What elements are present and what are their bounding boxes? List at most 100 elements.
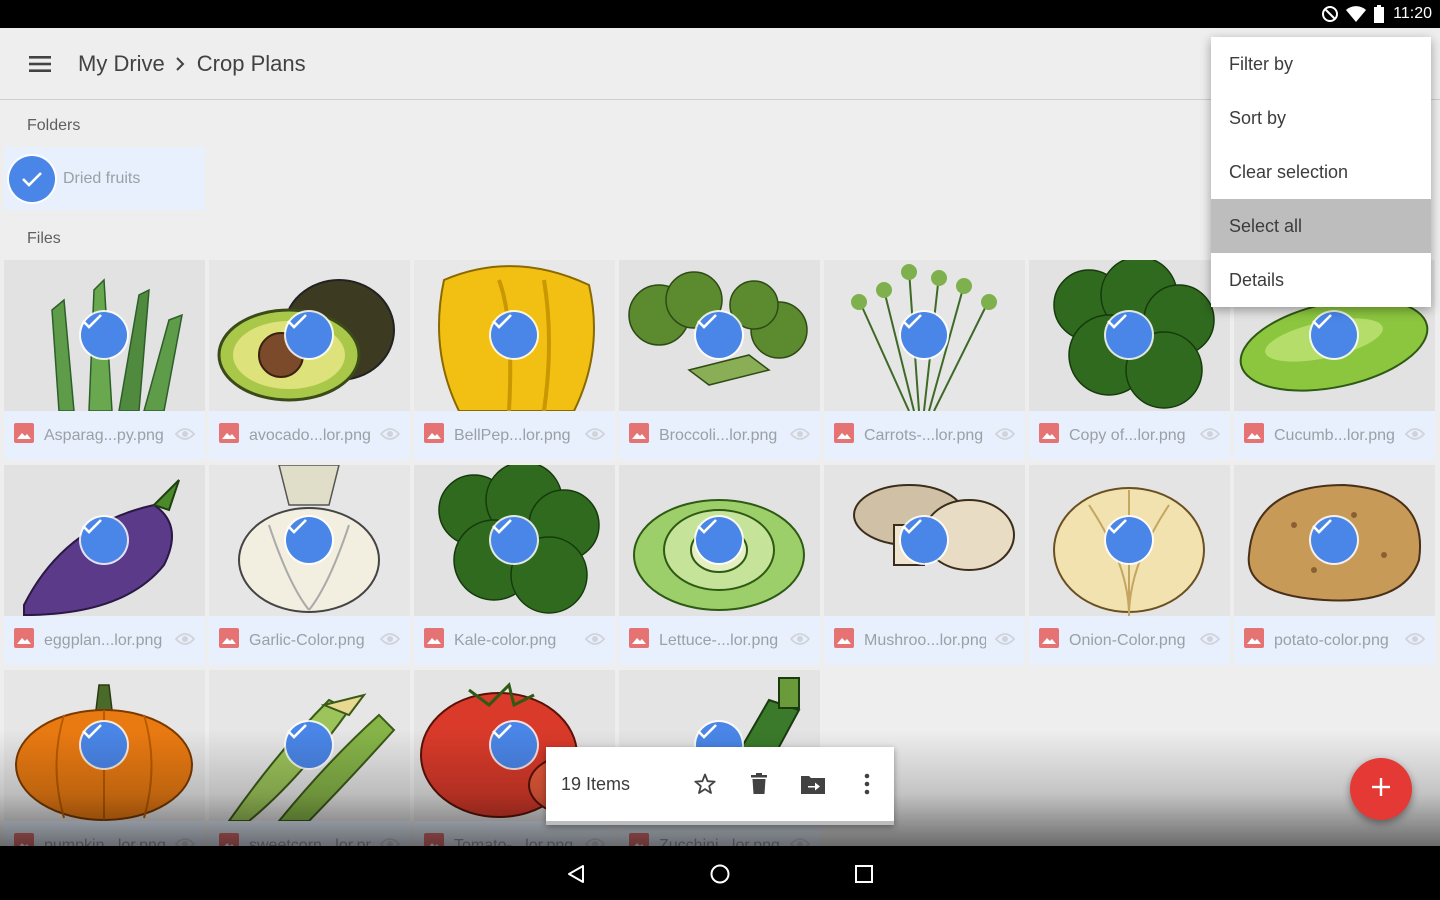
- file-caption: BellPep...lor.png: [414, 411, 615, 460]
- file-thumbnail: [619, 465, 820, 616]
- preview-eye-icon[interactable]: [1404, 427, 1426, 446]
- file-card[interactable]: Asparag...py.png: [4, 260, 205, 460]
- file-card[interactable]: BellPep...lor.png: [414, 260, 615, 460]
- preview-eye-icon[interactable]: [789, 427, 811, 446]
- check-icon[interactable]: [81, 517, 127, 563]
- preview-eye-icon[interactable]: [1199, 427, 1221, 446]
- file-caption: Lettuce-...lor.png: [619, 616, 820, 665]
- check-icon[interactable]: [286, 722, 332, 768]
- file-thumbnail: [4, 465, 205, 616]
- file-card[interactable]: eggplan...lor.png: [4, 465, 205, 665]
- check-icon[interactable]: [1106, 517, 1152, 563]
- check-icon[interactable]: [696, 517, 742, 563]
- check-icon[interactable]: [1311, 517, 1357, 563]
- check-icon[interactable]: [81, 722, 127, 768]
- preview-eye-icon[interactable]: [584, 632, 606, 651]
- file-thumbnail: [414, 260, 615, 411]
- do-not-disturb-icon: [1321, 5, 1339, 23]
- menu-item-sort-by[interactable]: Sort by: [1211, 91, 1431, 145]
- file-thumbnail: [209, 670, 410, 821]
- check-icon[interactable]: [1106, 312, 1152, 358]
- battery-icon: [1373, 4, 1385, 24]
- file-card[interactable]: potato-color.png: [1234, 465, 1435, 665]
- recents-icon[interactable]: [848, 858, 880, 890]
- check-icon[interactable]: [491, 517, 537, 563]
- file-thumbnail: [209, 260, 410, 411]
- file-caption: eggplan...lor.png: [4, 616, 205, 665]
- file-card[interactable]: Lettuce-...lor.png: [619, 465, 820, 665]
- file-caption: potato-color.png: [1234, 616, 1435, 665]
- image-file-icon: [834, 423, 854, 448]
- file-card[interactable]: avocado...lor.png: [209, 260, 410, 460]
- check-icon[interactable]: [901, 312, 947, 358]
- menu-item-details[interactable]: Details: [1211, 253, 1431, 307]
- menu-item-select-all[interactable]: Select all: [1211, 199, 1431, 253]
- preview-eye-icon[interactable]: [584, 427, 606, 446]
- selection-count: 19 Items: [561, 773, 631, 794]
- menu-item-filter-by[interactable]: Filter by: [1211, 37, 1431, 91]
- preview-eye-icon[interactable]: [174, 427, 196, 446]
- file-thumbnail: [414, 465, 615, 616]
- file-card[interactable]: Carrots-...lor.png: [824, 260, 1025, 460]
- preview-eye-icon[interactable]: [379, 427, 401, 446]
- file-caption: Kale-color.png: [414, 616, 615, 665]
- check-icon[interactable]: [286, 517, 332, 563]
- check-icon[interactable]: [9, 155, 55, 202]
- preview-eye-icon[interactable]: [1404, 632, 1426, 651]
- image-file-icon: [834, 628, 854, 653]
- image-file-icon: [629, 628, 649, 653]
- file-caption: Copy of...lor.png: [1029, 411, 1230, 460]
- folders-label: Folders: [27, 117, 81, 134]
- file-name: Asparag...py.png: [44, 426, 164, 444]
- file-thumbnail: [1029, 260, 1230, 411]
- folder-item[interactable]: Dried fruits: [4, 147, 205, 210]
- preview-eye-icon[interactable]: [379, 632, 401, 651]
- file-caption: Broccoli...lor.png: [619, 411, 820, 460]
- add-button[interactable]: [1350, 758, 1412, 820]
- file-card[interactable]: Garlic-Color.png: [209, 465, 410, 665]
- image-file-icon: [1039, 423, 1059, 448]
- file-name: Garlic-Color.png: [249, 631, 365, 649]
- star-icon[interactable]: [687, 766, 723, 802]
- file-card[interactable]: Onion-Color.png: [1029, 465, 1230, 665]
- image-file-icon: [14, 423, 34, 448]
- preview-eye-icon[interactable]: [994, 632, 1016, 651]
- home-icon[interactable]: [704, 858, 736, 890]
- file-card[interactable]: Mushroo...lor.png: [824, 465, 1025, 665]
- check-icon[interactable]: [491, 722, 537, 768]
- check-icon[interactable]: [696, 312, 742, 358]
- file-caption: Asparag...py.png: [4, 411, 205, 460]
- overflow-menu: Filter by Sort by Clear selection Select…: [1211, 37, 1431, 307]
- file-card[interactable]: Copy of...lor.png: [1029, 260, 1230, 460]
- move-to-folder-icon[interactable]: [795, 766, 831, 802]
- folder-name: Dried fruits: [63, 169, 141, 187]
- screen: 11:20 My Drive Crop Plans Folders Dried …: [0, 0, 1440, 900]
- file-name: Cucumb...lor.png: [1274, 426, 1395, 444]
- file-card[interactable]: Kale-color.png: [414, 465, 615, 665]
- delete-icon[interactable]: [741, 766, 777, 802]
- file-caption: avocado...lor.png: [209, 411, 410, 460]
- file-thumbnail: [4, 260, 205, 411]
- file-card[interactable]: pumpkin...lor.png: [4, 670, 205, 870]
- check-icon[interactable]: [81, 312, 127, 358]
- menu-item-clear-selection[interactable]: Clear selection: [1211, 145, 1431, 199]
- more-vert-icon[interactable]: [849, 766, 885, 802]
- preview-eye-icon[interactable]: [994, 427, 1016, 446]
- preview-eye-icon[interactable]: [789, 632, 811, 651]
- file-card[interactable]: Broccoli...lor.png: [619, 260, 820, 460]
- navigation-bar: [0, 846, 1440, 900]
- breadcrumb-my-drive[interactable]: My Drive: [78, 51, 165, 77]
- back-icon[interactable]: [560, 858, 592, 890]
- image-file-icon: [1039, 628, 1059, 653]
- preview-eye-icon[interactable]: [1199, 632, 1221, 651]
- file-card[interactable]: sweetcorn...lor.png: [209, 670, 410, 870]
- preview-eye-icon[interactable]: [174, 632, 196, 651]
- check-icon[interactable]: [491, 312, 537, 358]
- hamburger-menu-icon[interactable]: [22, 46, 58, 82]
- check-icon[interactable]: [901, 517, 947, 563]
- check-icon[interactable]: [286, 312, 332, 358]
- file-name: Lettuce-...lor.png: [659, 631, 779, 649]
- breadcrumb: My Drive Crop Plans: [78, 28, 306, 100]
- status-time: 11:20: [1393, 5, 1432, 22]
- check-icon[interactable]: [1311, 312, 1357, 358]
